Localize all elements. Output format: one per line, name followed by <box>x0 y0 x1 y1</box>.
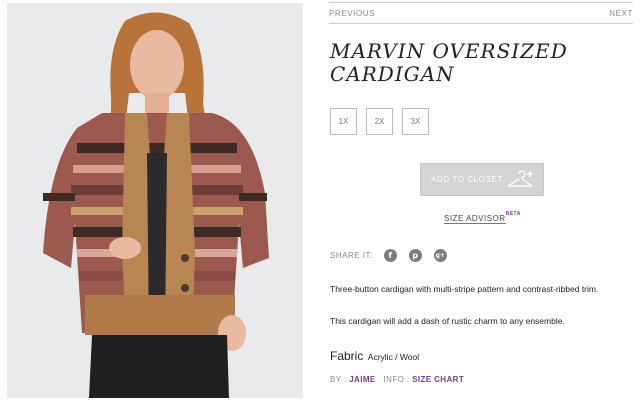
next-link[interactable]: NEXT <box>609 9 633 18</box>
fabric-value: Acrylic / Wool <box>367 352 420 362</box>
size-2x-button[interactable]: 2X <box>366 108 393 135</box>
fabric-label: Fabric <box>330 349 364 363</box>
beta-badge: BETA <box>505 211 521 217</box>
fabric-info: Fabric Acrylic / Wool <box>330 347 419 365</box>
author-link[interactable]: JAIME <box>349 375 375 384</box>
product-photo <box>7 3 303 398</box>
pinterest-icon[interactable]: p <box>408 249 422 262</box>
product-pager: PREVIOUS NEXT <box>329 2 633 24</box>
size-advisor-label: SIZE ADVISOR <box>444 214 506 224</box>
product-description-1: Three-button cardigan with multi-stripe … <box>330 284 599 294</box>
size-selector: 1X 2X 3X <box>330 108 429 135</box>
size-1x-button[interactable]: 1X <box>330 108 357 135</box>
google-plus-icon[interactable]: g+ <box>433 249 447 262</box>
product-description-2: This cardigan will add a dash of rustic … <box>330 316 565 326</box>
previous-link[interactable]: PREVIOUS <box>329 9 375 18</box>
share-label: SHARE IT: <box>330 251 373 260</box>
info-label: INFO : <box>383 375 410 384</box>
model-image <box>7 3 303 398</box>
size-advisor-link[interactable]: SIZE ADVISORBETA <box>444 211 521 224</box>
product-title-line-2: CARDIGAN <box>330 62 455 86</box>
by-label: BY : <box>330 375 347 384</box>
byline: BY : JAIME INFO : SIZE CHART <box>330 375 464 384</box>
product-title: MARVIN OVERSIZED CARDIGAN <box>330 40 630 86</box>
share-bar: SHARE IT: f p g+ <box>330 249 459 262</box>
size-chart-link[interactable]: SIZE CHART <box>412 375 464 384</box>
add-to-closet-label: ADD TO CLOSET <box>431 175 503 184</box>
size-3x-button[interactable]: 3X <box>402 108 429 135</box>
add-to-closet-button[interactable]: ADD TO CLOSET <box>420 163 544 196</box>
facebook-icon[interactable]: f <box>383 249 397 262</box>
hanger-icon <box>507 170 535 192</box>
product-title-line-1: MARVIN OVERSIZED <box>330 39 568 63</box>
